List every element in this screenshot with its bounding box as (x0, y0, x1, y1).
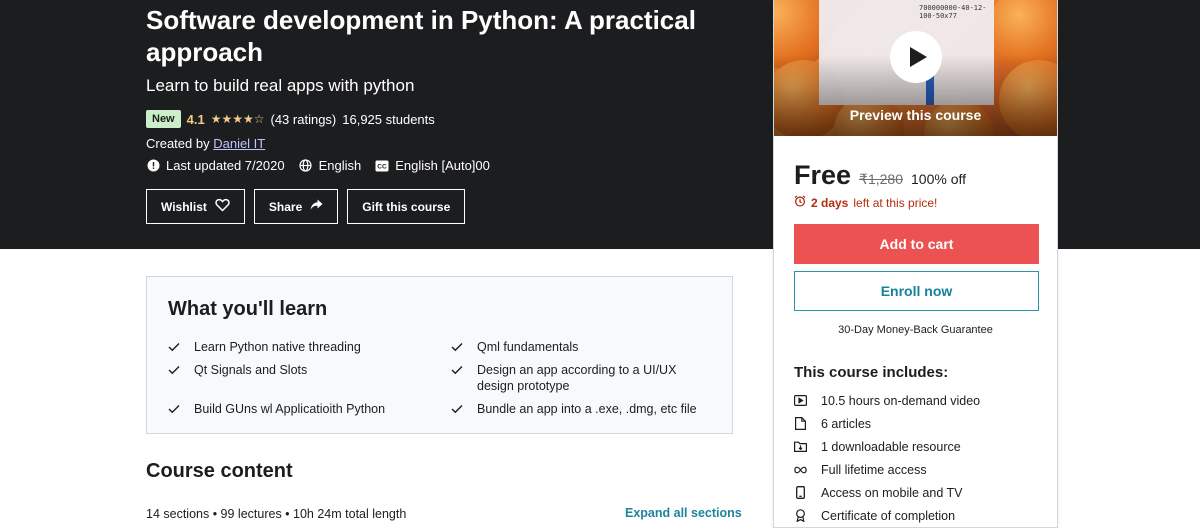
what-you-will-learn-box: What you'll learn Learn Python native th… (146, 276, 733, 434)
includes-item: 6 articles (794, 412, 1044, 435)
check-icon (451, 401, 463, 417)
infinity-icon (794, 463, 807, 476)
mobile-icon (794, 486, 807, 499)
includes-text: 6 articles (821, 416, 872, 431)
includes-text: Full lifetime access (821, 462, 927, 477)
add-to-cart-button[interactable]: Add to cart (794, 224, 1039, 264)
gift-label: Gift this course (362, 199, 451, 214)
hero-actions: Wishlist Share Gift this course (146, 189, 466, 224)
preview-label: Preview this course (849, 107, 982, 123)
includes-item: Access on mobile and TV (794, 481, 1044, 504)
check-icon (451, 362, 463, 378)
video-icon (794, 394, 807, 407)
learn-item: Learn Python native threading (168, 339, 428, 355)
learn-item: Bundle an app into a .exe, .dmg, etc fil… (451, 401, 716, 417)
heart-icon (215, 198, 230, 215)
last-updated-text: Last updated 7/2020 (166, 158, 285, 173)
rating-row: New 4.1 ★★★★☆ (43 ratings) 16,925 studen… (146, 109, 435, 129)
includes-title: This course includes: (794, 364, 949, 381)
folder-download-icon (794, 440, 807, 453)
language-text: English (318, 158, 362, 173)
check-icon (168, 362, 180, 378)
alert-badge-icon (146, 159, 160, 173)
check-icon (168, 401, 180, 417)
file-icon (794, 417, 807, 430)
ratings-count-link[interactable]: (43 ratings) (271, 112, 337, 127)
money-back-guarantee: 30-Day Money-Back Guarantee (838, 324, 993, 336)
includes-text: 1 downloadable resource (821, 439, 961, 454)
language: English (299, 158, 362, 173)
learn-item: Qt Signals and Slots (168, 362, 428, 378)
check-icon (451, 339, 463, 355)
check-icon (168, 339, 180, 355)
course-subtitle: Learn to build real apps with python (146, 76, 415, 95)
play-button[interactable] (890, 31, 942, 83)
share-arrow-icon (310, 199, 323, 214)
course-meta-row: Last updated 7/2020 English CC English [… (146, 158, 490, 173)
award-icon (794, 509, 807, 522)
share-button[interactable]: Share (253, 189, 339, 224)
learn-item: Design an app according to a UI/UX desig… (451, 362, 716, 394)
learn-item: Build GUns wl Applicatioith Python (168, 401, 428, 417)
includes-text: 10.5 hours on-demand video (821, 393, 981, 408)
new-badge: New (146, 110, 181, 128)
includes-text: Access on mobile and TV (821, 485, 963, 500)
gift-course-button[interactable]: Gift this course (347, 189, 466, 224)
price-row: Free ₹1,280 100% off (794, 160, 966, 191)
learn-item-text: Qml fundamentals (477, 340, 579, 354)
includes-item: 1 downloadable resource (794, 435, 1044, 458)
learn-item-text: Learn Python native threading (194, 340, 361, 354)
discount-percent: 100% off (911, 171, 967, 187)
students-count: 16,925 students (342, 111, 435, 127)
course-preview-video[interactable]: 700000000-40-12-100-50x77 Preview this c… (774, 0, 1057, 136)
closed-captions-icon: CC (375, 159, 389, 173)
includes-text: Certificate of completion (821, 508, 956, 523)
last-updated: Last updated 7/2020 (146, 158, 285, 173)
includes-list: 10.5 hours on-demand video 6 articles 1 … (794, 389, 1044, 527)
learn-item-text: Qt Signals and Slots (194, 363, 308, 377)
course-content-title: Course content (146, 460, 293, 482)
includes-item: 10.5 hours on-demand video (794, 389, 1044, 412)
wishlist-button[interactable]: Wishlist (146, 189, 245, 224)
learn-item: Qml fundamentals (451, 339, 716, 355)
learn-item-text: Build GUns wl Applicatioith Python (194, 402, 386, 416)
captions-text: English [Auto]00 (395, 158, 490, 173)
rating-value: 4.1 (186, 111, 205, 127)
learn-item-text: Design an app according to a UI/UX desig… (477, 363, 677, 393)
created-by: Created by Daniel IT (146, 136, 265, 151)
learn-title: What you'll learn (168, 298, 328, 320)
alarm-clock-icon (794, 195, 806, 210)
svg-text:CC: CC (378, 163, 388, 170)
wishlist-label: Wishlist (161, 199, 207, 214)
rating-stars-icon: ★★★★☆ (210, 112, 265, 126)
created-by-label: Created by (146, 136, 210, 151)
share-label: Share (268, 199, 303, 214)
enroll-now-button[interactable]: Enroll now (794, 271, 1039, 311)
deadline-text: left at this price! (853, 195, 938, 210)
play-icon (909, 47, 927, 67)
original-price: ₹1,280 (859, 171, 903, 187)
includes-item: Certificate of completion (794, 504, 1044, 527)
current-price: Free (794, 160, 852, 190)
author-link[interactable]: Daniel IT (213, 136, 265, 151)
course-content-meta: 14 sections • 99 lectures • 10h 24m tota… (146, 507, 407, 521)
price-deadline: 2 days left at this price! (794, 195, 937, 210)
course-title: Software development in Python: A practi… (146, 5, 696, 67)
deadline-days: 2 days (811, 195, 849, 210)
expand-all-sections-button[interactable]: Expand all sections (625, 506, 742, 520)
learn-item-text: Bundle an app into a .exe, .dmg, etc fil… (477, 402, 697, 416)
includes-item: Full lifetime access (794, 458, 1044, 481)
purchase-sidebar: 700000000-40-12-100-50x77 Preview this c… (773, 0, 1058, 528)
globe-icon (299, 159, 313, 173)
captions: CC English [Auto]00 (375, 158, 490, 173)
